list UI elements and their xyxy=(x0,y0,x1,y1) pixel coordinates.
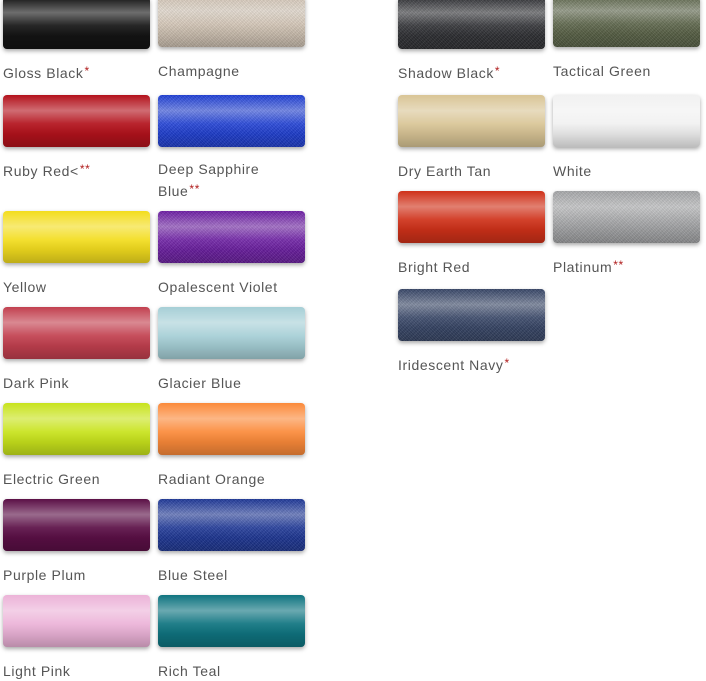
swatch-label: Iridescent Navy* xyxy=(398,356,510,373)
swatch-dry-earth-tan[interactable]: Dry Earth Tan xyxy=(398,95,548,181)
swatch-radiant-orange[interactable]: Radiant Orange xyxy=(158,403,308,489)
swatch-bright-red[interactable]: Bright Red xyxy=(398,191,548,277)
color-chip[interactable] xyxy=(3,499,150,551)
color-chip[interactable] xyxy=(158,0,305,47)
swatch-iridescent-navy[interactable]: Iridescent Navy* xyxy=(398,289,548,375)
swatch-label: Champagne xyxy=(158,63,240,79)
swatch-label: Ruby Red<** xyxy=(3,162,91,179)
color-chip[interactable] xyxy=(158,403,305,455)
availability-mark: * xyxy=(84,64,90,78)
swatch-champagne[interactable]: Champagne xyxy=(158,0,308,81)
color-chip[interactable] xyxy=(158,595,305,647)
color-chip[interactable] xyxy=(3,95,150,147)
swatch-shadow-black[interactable]: Shadow Black* xyxy=(398,0,548,83)
color-chip[interactable] xyxy=(553,95,700,147)
color-chip[interactable] xyxy=(398,0,545,49)
color-chip[interactable] xyxy=(158,211,305,263)
swatch-label: Rich Teal xyxy=(158,663,221,679)
swatch-blue-steel[interactable]: Blue Steel xyxy=(158,499,308,585)
swatch-label: Radiant Orange xyxy=(158,471,266,487)
swatch-light-pink[interactable]: Light Pink xyxy=(3,595,153,681)
color-chip[interactable] xyxy=(158,307,305,359)
swatch-label: Blue Steel xyxy=(158,567,228,583)
swatch-label: Platinum** xyxy=(553,258,624,275)
swatch-label: White xyxy=(553,163,592,179)
swatch-label: Dark Pink xyxy=(3,375,70,391)
color-chip[interactable] xyxy=(3,0,150,49)
swatch-label: Glacier Blue xyxy=(158,375,242,391)
swatch-opalescent-violet[interactable]: Opalescent Violet xyxy=(158,211,308,297)
color-chip[interactable] xyxy=(3,403,150,455)
color-chip[interactable] xyxy=(158,95,305,147)
swatch-label: Gloss Black* xyxy=(3,64,90,81)
color-chip[interactable] xyxy=(553,0,700,47)
color-chip[interactable] xyxy=(3,211,150,263)
swatch-yellow[interactable]: Yellow xyxy=(3,211,153,297)
swatch-gloss-black[interactable]: Gloss Black* xyxy=(3,0,153,83)
swatch-rich-teal[interactable]: Rich Teal xyxy=(158,595,308,681)
availability-mark: ** xyxy=(79,162,91,176)
swatch-label: Bright Red xyxy=(398,259,471,275)
swatch-label: Tactical Green xyxy=(553,63,651,79)
availability-mark: ** xyxy=(613,258,624,272)
color-chip[interactable] xyxy=(553,191,700,243)
swatch-label: Dry Earth Tan xyxy=(398,163,492,179)
swatch-electric-green[interactable]: Electric Green xyxy=(3,403,153,489)
swatch-label: Shadow Black* xyxy=(398,64,501,81)
swatch-dark-pink[interactable]: Dark Pink xyxy=(3,307,153,393)
swatch-white[interactable]: White xyxy=(553,95,703,181)
availability-mark: ** xyxy=(189,182,200,196)
color-chip[interactable] xyxy=(398,191,545,243)
swatch-label: Electric Green xyxy=(3,471,101,487)
swatch-glacier-blue[interactable]: Glacier Blue xyxy=(158,307,308,393)
swatch-label: Opalescent Violet xyxy=(158,279,278,295)
availability-mark: * xyxy=(504,356,510,370)
swatch-ruby-red[interactable]: Ruby Red<** xyxy=(3,95,153,181)
availability-mark: * xyxy=(494,64,501,78)
color-chip[interactable] xyxy=(398,289,545,341)
swatch-label: Light Pink xyxy=(3,663,71,679)
swatch-tactical-green[interactable]: Tactical Green xyxy=(553,0,703,81)
swatch-deep-sapphire-blue[interactable]: Deep Sapphire Blue** xyxy=(158,95,308,201)
color-chip[interactable] xyxy=(3,595,150,647)
swatch-label: Purple Plum xyxy=(3,567,86,583)
color-chip[interactable] xyxy=(158,499,305,551)
swatch-purple-plum[interactable]: Purple Plum xyxy=(3,499,153,585)
color-chip[interactable] xyxy=(398,95,545,147)
swatch-label: Deep Sapphire Blue** xyxy=(158,161,260,199)
swatch-label: Yellow xyxy=(3,279,47,295)
color-chip[interactable] xyxy=(3,307,150,359)
swatch-platinum[interactable]: Platinum** xyxy=(553,191,703,277)
